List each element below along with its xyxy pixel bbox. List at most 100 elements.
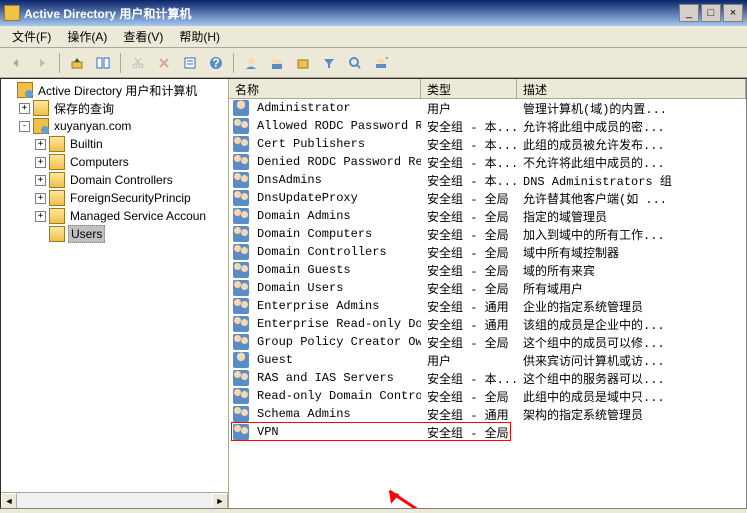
list-row[interactable]: Group Policy Creator Owners安全组 - 全局这个组中的… bbox=[229, 333, 746, 351]
cell-type: 安全组 - 全局 bbox=[421, 262, 517, 279]
minimize-button[interactable]: _ bbox=[679, 4, 699, 22]
list-row[interactable]: Allowed RODC Password Repl...安全组 - 本...允… bbox=[229, 117, 746, 135]
expand-icon[interactable]: + bbox=[35, 175, 46, 186]
tree-label[interactable]: xuyanyan.com bbox=[52, 118, 133, 134]
folder-icon bbox=[49, 172, 65, 188]
cell-desc: 域的所有来宾 bbox=[517, 262, 746, 279]
list-row[interactable]: Domain Computers安全组 - 全局加入到域中的所有工作... bbox=[229, 225, 746, 243]
show-hide-button[interactable] bbox=[91, 51, 115, 75]
menu-view[interactable]: 查看(V) bbox=[115, 26, 171, 47]
cell-desc: 管理计算机(域)的内置... bbox=[517, 100, 746, 117]
cell-name: Enterprise Admins bbox=[251, 299, 421, 313]
up-button[interactable] bbox=[65, 51, 89, 75]
group-icon bbox=[233, 424, 249, 440]
cell-name: Domain Admins bbox=[251, 209, 421, 223]
back-button[interactable] bbox=[4, 51, 28, 75]
cell-type: 安全组 - 通用 bbox=[421, 316, 517, 333]
expand-icon[interactable]: + bbox=[35, 193, 46, 204]
cell-type: 用户 bbox=[421, 100, 517, 117]
list-row[interactable]: VPN安全组 - 全局 bbox=[229, 423, 746, 441]
list-row[interactable]: Enterprise Admins安全组 - 通用企业的指定系统管理员 bbox=[229, 297, 746, 315]
list-row[interactable]: DnsAdmins安全组 - 本...DNS Administrators 组 bbox=[229, 171, 746, 189]
group-icon bbox=[233, 208, 249, 224]
tree-node-computers[interactable]: + Computers bbox=[3, 153, 226, 171]
find-icon[interactable] bbox=[343, 51, 367, 75]
cell-name: VPN bbox=[251, 425, 421, 439]
spacer bbox=[3, 85, 14, 96]
collapse-icon[interactable]: - bbox=[19, 121, 30, 132]
forward-button[interactable] bbox=[30, 51, 54, 75]
expand-icon[interactable]: + bbox=[19, 103, 30, 114]
tree-label[interactable]: ForeignSecurityPrincip bbox=[68, 190, 193, 206]
tree-node-foreignsecurityprincip[interactable]: + ForeignSecurityPrincip bbox=[3, 189, 226, 207]
new-user-icon[interactable] bbox=[239, 51, 263, 75]
cell-desc: 允许将此组中成员的密... bbox=[517, 118, 746, 135]
cell-desc: 该组的成员是企业中的... bbox=[517, 316, 746, 333]
menu-action[interactable]: 操作(A) bbox=[59, 26, 115, 47]
cell-type: 安全组 - 本... bbox=[421, 370, 517, 387]
scroll-left-icon[interactable]: ◄ bbox=[1, 493, 17, 508]
group-icon bbox=[233, 280, 249, 296]
cell-desc: 这个组中的成员可以修... bbox=[517, 334, 746, 351]
cell-name: Domain Controllers bbox=[251, 245, 421, 259]
tree-node-managed service accoun[interactable]: + Managed Service Accoun bbox=[3, 207, 226, 225]
list-row[interactable]: Domain Admins安全组 - 全局指定的域管理员 bbox=[229, 207, 746, 225]
new-ou-icon[interactable] bbox=[291, 51, 315, 75]
close-button[interactable]: × bbox=[723, 4, 743, 22]
help-button[interactable]: ? bbox=[204, 51, 228, 75]
list-body[interactable]: Administrator用户管理计算机(域)的内置...Allowed ROD… bbox=[229, 99, 746, 508]
list-row[interactable]: Domain Guests安全组 - 全局域的所有来宾 bbox=[229, 261, 746, 279]
group-icon bbox=[233, 172, 249, 188]
list-row[interactable]: Schema Admins安全组 - 通用架构的指定系统管理员 bbox=[229, 405, 746, 423]
tree-root[interactable]: Active Directory 用户和计算机 bbox=[3, 81, 226, 99]
list-row[interactable]: Administrator用户管理计算机(域)的内置... bbox=[229, 99, 746, 117]
group-icon bbox=[233, 406, 249, 422]
cell-type: 安全组 - 全局 bbox=[421, 280, 517, 297]
maximize-button[interactable]: □ bbox=[701, 4, 721, 22]
add-to-group-icon[interactable]: + bbox=[369, 51, 393, 75]
tree-domain[interactable]: - xuyanyan.com bbox=[3, 117, 226, 135]
delete-button[interactable] bbox=[152, 51, 176, 75]
column-desc[interactable]: 描述 bbox=[517, 79, 746, 98]
tree-hscroll[interactable]: ◄ ► bbox=[1, 492, 228, 508]
tree-label[interactable]: Users bbox=[68, 225, 105, 243]
tree-node-users[interactable]: Users bbox=[3, 225, 226, 243]
group-icon bbox=[233, 316, 249, 332]
list-row[interactable]: DnsUpdateProxy安全组 - 全局允许替其他客户端(如 ... bbox=[229, 189, 746, 207]
list-row[interactable]: Domain Users安全组 - 全局所有域用户 bbox=[229, 279, 746, 297]
cell-type: 安全组 - 本... bbox=[421, 172, 517, 189]
column-name[interactable]: 名称 bbox=[229, 79, 421, 98]
tree-saved-queries[interactable]: + 保存的查询 bbox=[3, 99, 226, 117]
new-group-icon[interactable] bbox=[265, 51, 289, 75]
list-row[interactable]: Guest用户供来宾访问计算机或访... bbox=[229, 351, 746, 369]
tree-label[interactable]: Computers bbox=[68, 154, 131, 170]
column-type[interactable]: 类型 bbox=[421, 79, 517, 98]
tree-label[interactable]: Active Directory 用户和计算机 bbox=[36, 81, 199, 100]
list-row[interactable]: Cert Publishers安全组 - 本...此组的成员被允许发布... bbox=[229, 135, 746, 153]
tree-label[interactable]: 保存的查询 bbox=[52, 99, 116, 118]
tree-node-domain controllers[interactable]: + Domain Controllers bbox=[3, 171, 226, 189]
expand-icon[interactable]: + bbox=[35, 157, 46, 168]
svg-text:+: + bbox=[385, 56, 388, 65]
cut-button[interactable] bbox=[126, 51, 150, 75]
menu-file[interactable]: 文件(F) bbox=[4, 26, 59, 47]
cell-desc: 加入到域中的所有工作... bbox=[517, 226, 746, 243]
tree-pane[interactable]: Active Directory 用户和计算机 + 保存的查询 - xuyanyan.c… bbox=[1, 79, 229, 508]
expand-icon[interactable]: + bbox=[35, 211, 46, 222]
list-row[interactable]: Denied RODC Password Repli...安全组 - 本...不… bbox=[229, 153, 746, 171]
tree-label[interactable]: Builtin bbox=[68, 136, 105, 152]
menu-help[interactable]: 帮助(H) bbox=[171, 26, 228, 47]
list-row[interactable]: RAS and IAS Servers安全组 - 本...这个组中的服务器可以.… bbox=[229, 369, 746, 387]
tree-node-builtin[interactable]: + Builtin bbox=[3, 135, 226, 153]
properties-button[interactable] bbox=[178, 51, 202, 75]
tree-label[interactable]: Domain Controllers bbox=[68, 172, 175, 188]
cell-desc: 不允许将此组中成员的... bbox=[517, 154, 746, 171]
list-row[interactable]: Read-only Domain Controllers安全组 - 全局此组中的… bbox=[229, 387, 746, 405]
expand-icon[interactable]: + bbox=[35, 139, 46, 150]
scroll-right-icon[interactable]: ► bbox=[212, 493, 228, 508]
tree-label[interactable]: Managed Service Accoun bbox=[68, 208, 208, 224]
cell-name: Cert Publishers bbox=[251, 137, 421, 151]
list-row[interactable]: Domain Controllers安全组 - 全局域中所有域控制器 bbox=[229, 243, 746, 261]
list-row[interactable]: Enterprise Read-only Domai...安全组 - 通用该组的… bbox=[229, 315, 746, 333]
filter-icon[interactable] bbox=[317, 51, 341, 75]
